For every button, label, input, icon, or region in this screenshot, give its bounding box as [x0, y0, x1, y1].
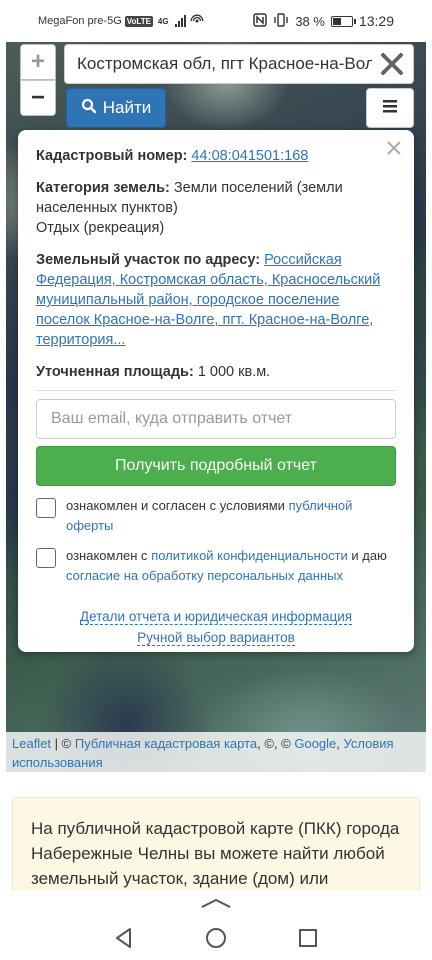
category-label: Категория земель: — [36, 180, 170, 196]
privacy-consent-label-b: и даю — [351, 548, 387, 563]
offer-checkbox[interactable] — [36, 498, 56, 518]
hotspot-icon — [190, 13, 204, 30]
search-input[interactable] — [77, 54, 372, 74]
report-details-link[interactable]: Детали отчета и юридическая информация — [79, 609, 353, 625]
map-attribution: Leaflet | © Публичная кадастровая карта,… — [6, 732, 426, 772]
address-label: Земельный участок по адресу: — [36, 252, 261, 268]
find-button-label: Найти — [102, 98, 152, 117]
system-nav-bar — [0, 890, 432, 960]
clock: 13:29 — [358, 13, 394, 29]
offer-consent-label: ознакомлен и согласен с условиями — [66, 498, 285, 513]
privacy-consent-text: ознакомлен с политикой конфиденциальност… — [66, 546, 396, 586]
area-label: Уточненная площадь: — [36, 364, 194, 380]
cadastral-label: Кадастровый номер: — [36, 148, 188, 164]
get-report-button[interactable]: Получить подробный отчет — [36, 446, 396, 486]
leaflet-link[interactable]: Leaflet — [12, 736, 51, 751]
area-value: 1 000 кв.м. — [197, 364, 271, 380]
email-input[interactable] — [36, 399, 396, 439]
privacy-policy-link[interactable]: политикой конфиденциальности — [151, 548, 348, 563]
zoom-in-button[interactable]: + — [20, 44, 56, 80]
recents-icon[interactable] — [296, 926, 320, 950]
manual-selection-link[interactable]: Ручной выбор вариантов — [137, 630, 295, 646]
battery-percent: 38 % — [295, 13, 325, 29]
carrier-name: MegaFon pre-5G — [38, 15, 122, 27]
attribution-sep: | © — [51, 736, 75, 751]
zoom-out-button[interactable]: − — [20, 80, 56, 116]
privacy-consent-label-a: ознакомлен с — [66, 548, 148, 563]
search-icon — [81, 98, 97, 119]
signal-icon — [174, 15, 186, 27]
info-block: На публичной кадастровой карте (ПКК) гор… — [12, 797, 420, 897]
privacy-consent-row: ознакомлен с политикой конфиденциальност… — [36, 546, 396, 586]
status-bar: MegaFon pre-5G VoLTE 4G 38 % 13:29 — [0, 0, 432, 42]
google-link[interactable]: Google — [294, 736, 336, 751]
nfc-icon — [253, 12, 268, 30]
attribution-sep: , — [336, 736, 344, 751]
search-box[interactable] — [64, 44, 414, 84]
offer-consent-row: ознакомлен и согласен с условиями публич… — [36, 496, 396, 536]
privacy-checkbox[interactable] — [36, 548, 56, 568]
info-text: На публичной кадастровой карте (ПКК) гор… — [31, 819, 400, 888]
category-row: Категория земель: Земли поселений (земли… — [36, 178, 396, 238]
chevron-up-icon[interactable] — [200, 896, 232, 908]
hamburger-icon — [382, 98, 398, 119]
vibrate-icon — [273, 12, 289, 30]
pkk-link[interactable]: Публичная кадастровая карта — [75, 736, 257, 751]
network-type: 4G — [157, 16, 169, 26]
clear-search-icon[interactable] — [379, 51, 405, 77]
back-icon[interactable] — [112, 926, 136, 950]
attribution-sep: , ©, © — [257, 736, 295, 751]
usage-value: Отдых (рекреация) — [36, 220, 165, 236]
find-button[interactable]: Найти — [66, 88, 166, 128]
volte-badge: VoLTE — [124, 15, 153, 27]
popup-links: Детали отчета и юридическая информация Р… — [18, 606, 414, 648]
address-row: Земельный участок по адресу: Российская … — [36, 250, 396, 350]
offer-consent-text: ознакомлен и согласен с условиями публич… — [66, 496, 396, 536]
cadastral-map[interactable]: + − Найти Кадастровый номер: 44:08:04150… — [6, 42, 426, 772]
parcel-popup: Кадастровый номер: 44:08:041501:168 Кате… — [18, 130, 414, 652]
close-icon[interactable] — [384, 138, 404, 158]
menu-button[interactable] — [366, 88, 414, 128]
battery-icon — [330, 15, 356, 27]
cadastral-number-link[interactable]: 44:08:041501:168 — [191, 148, 308, 164]
cadastral-row: Кадастровый номер: 44:08:041501:168 — [36, 146, 396, 166]
personal-data-consent-link[interactable]: согласие на обработку персональных данны… — [66, 568, 343, 583]
area-row: Уточненная площадь: 1 000 кв.м. — [36, 362, 396, 382]
home-icon[interactable] — [204, 926, 228, 950]
divider — [36, 390, 396, 391]
